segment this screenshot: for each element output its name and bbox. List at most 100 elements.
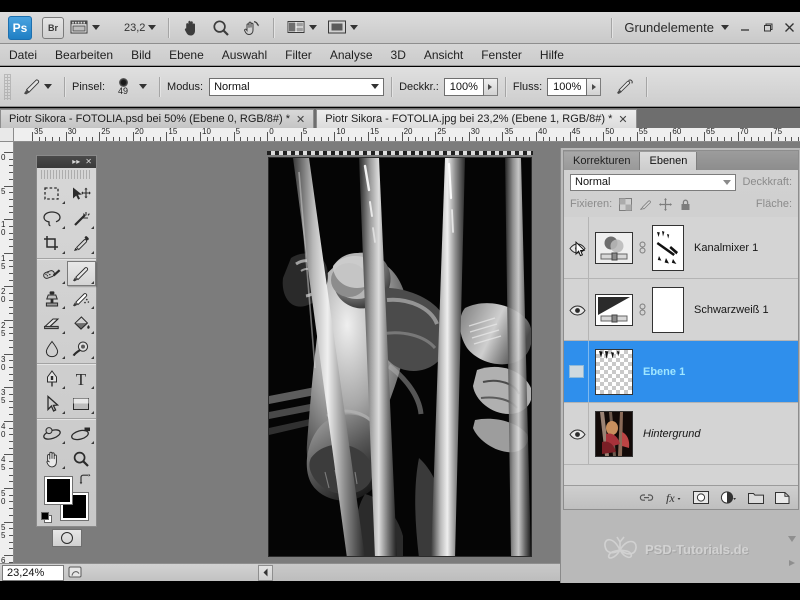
new-layer-icon[interactable] xyxy=(775,491,790,504)
tab-ebenen[interactable]: Ebenen xyxy=(640,152,698,170)
airbrush-toggle[interactable] xyxy=(609,71,639,103)
lock-position-icon[interactable] xyxy=(659,197,673,211)
tools-panel-gripper[interactable] xyxy=(41,170,92,179)
layer-row-ebene-1[interactable]: Ebene 1 xyxy=(564,341,798,403)
new-adjustment-layer-icon[interactable] xyxy=(720,491,737,504)
tab-korrekturen[interactable]: Korrekturen xyxy=(564,152,641,170)
link-mask-icon[interactable] xyxy=(638,241,647,255)
menu-datei[interactable]: Datei xyxy=(0,44,46,66)
pen-tool[interactable] xyxy=(37,366,67,391)
type-tool[interactable]: T xyxy=(67,366,97,391)
layer-visibility-toggle[interactable] xyxy=(564,341,589,402)
active-tool-preset-picker[interactable] xyxy=(16,71,57,103)
close-icon[interactable]: ✕ xyxy=(296,113,305,126)
quick-mask-toggle[interactable] xyxy=(37,525,96,551)
background-layer-thumbnail[interactable] xyxy=(595,410,633,457)
add-layer-mask-icon[interactable] xyxy=(693,491,709,504)
crop-tool[interactable] xyxy=(37,231,67,256)
dock-scroll-arrows[interactable] xyxy=(786,514,798,574)
layer-name[interactable]: Schwarzweiß 1 xyxy=(684,304,769,316)
layer-row-schwarzweiss[interactable]: Schwarzweiß 1 xyxy=(564,279,798,341)
workspace-switcher[interactable]: Grundelemente xyxy=(619,12,734,44)
black-white-adjustment-thumbnail[interactable] xyxy=(595,293,633,326)
vertical-ruler[interactable]: 0 5 10 15 20 25 30 35 40 45 50 55 6 xyxy=(0,142,14,563)
minimize-button[interactable] xyxy=(734,17,756,39)
layer-visibility-toggle[interactable] xyxy=(564,279,589,340)
zoom-percentage-input[interactable]: 23,24% xyxy=(2,564,64,581)
document-tab-psd[interactable]: Piotr Sikora - FOTOLIA.psd bei 50% (Eben… xyxy=(0,109,315,128)
layer-list[interactable]: Kanalmixer 1 Schwarzweiß 1 Ebene 1 Hinte… xyxy=(564,217,798,485)
brush-preset-picker[interactable]: 49 xyxy=(105,71,152,103)
marquee-tool[interactable] xyxy=(37,181,67,206)
layer-name[interactable]: Ebene 1 xyxy=(633,366,685,378)
layer-mask-thumbnail[interactable] xyxy=(652,286,684,333)
menu-filter[interactable]: Filter xyxy=(276,44,321,66)
photoshop-logo-icon[interactable]: Ps xyxy=(8,15,32,40)
menu-bild[interactable]: Bild xyxy=(122,44,160,66)
lasso-tool[interactable] xyxy=(37,206,67,231)
foreground-color-swatch[interactable] xyxy=(45,477,72,504)
view-extras-menu[interactable] xyxy=(64,12,105,44)
menu-auswahl[interactable]: Auswahl xyxy=(213,44,276,66)
menu-fenster[interactable]: Fenster xyxy=(472,44,531,66)
close-button[interactable] xyxy=(778,17,800,39)
dodge-tool[interactable] xyxy=(67,336,97,361)
link-layers-icon[interactable] xyxy=(639,492,654,504)
tools-panel-header[interactable]: ▸▸ ✕ xyxy=(37,156,96,168)
lock-transparency-icon[interactable] xyxy=(619,197,633,211)
document-preview-icon[interactable] xyxy=(64,565,86,581)
opacity-stepper[interactable] xyxy=(483,77,498,96)
brush-tool[interactable] xyxy=(66,261,96,286)
layer-pixel-thumbnail[interactable] xyxy=(595,348,633,395)
document-tab-jpg[interactable]: Piotr Sikora - FOTOLIA.jpg bei 23,2% (Eb… xyxy=(316,109,637,128)
flow-input[interactable]: 100% xyxy=(547,77,588,96)
horizontal-ruler[interactable]: 35 30 25 20 15 10 5 0 5 10 15 20 25 30 35 40 45 50 55 60 65 7… xyxy=(14,128,800,142)
blend-mode-select[interactable]: Normal xyxy=(209,77,385,96)
menu-ansicht[interactable]: Ansicht xyxy=(415,44,472,66)
screen-mode-menu[interactable] xyxy=(322,12,363,44)
lock-all-icon[interactable] xyxy=(679,198,692,211)
hand-tool[interactable] xyxy=(37,446,67,471)
eyedropper-tool[interactable] xyxy=(67,231,97,256)
layer-visibility-toggle[interactable] xyxy=(564,403,589,464)
close-icon[interactable]: ✕ xyxy=(618,113,627,126)
rotate-view-tool-button[interactable] xyxy=(236,12,266,44)
menu-hilfe[interactable]: Hilfe xyxy=(531,44,573,66)
zoom-level-menu[interactable]: 23,2 xyxy=(105,12,161,44)
3d-rotate-tool[interactable] xyxy=(37,421,67,446)
collapse-panel-icon[interactable]: ▸▸ xyxy=(72,158,80,166)
menu-analyse[interactable]: Analyse xyxy=(321,44,382,66)
eraser-tool[interactable] xyxy=(37,311,67,336)
document-image[interactable] xyxy=(268,157,532,557)
magic-wand-tool[interactable] xyxy=(67,206,97,231)
menu-ebene[interactable]: Ebene xyxy=(160,44,213,66)
move-tool[interactable] xyxy=(67,181,97,206)
menu-3d[interactable]: 3D xyxy=(382,44,415,66)
swap-colors-icon[interactable] xyxy=(78,473,91,485)
clone-stamp-tool[interactable] xyxy=(37,286,67,311)
menu-bearbeiten[interactable]: Bearbeiten xyxy=(46,44,122,66)
scroll-left-icon[interactable] xyxy=(258,564,273,581)
lock-image-icon[interactable] xyxy=(639,198,652,211)
layer-name[interactable]: Kanalmixer 1 xyxy=(684,242,758,254)
default-colors-icon[interactable] xyxy=(41,512,52,523)
path-selection-tool[interactable] xyxy=(37,391,67,416)
new-group-icon[interactable] xyxy=(748,492,764,504)
layer-mask-thumbnail[interactable] xyxy=(652,224,684,271)
zoom-tool[interactable] xyxy=(67,446,97,471)
flow-stepper[interactable] xyxy=(587,77,602,96)
link-mask-icon[interactable] xyxy=(638,303,647,317)
layer-name[interactable]: Hintergrund xyxy=(633,428,700,440)
layer-blend-mode-select[interactable]: Normal xyxy=(570,173,737,191)
history-brush-tool[interactable] xyxy=(67,286,97,311)
options-bar-gripper[interactable] xyxy=(4,73,11,100)
close-icon[interactable]: ✕ xyxy=(85,158,92,166)
healing-brush-tool[interactable] xyxy=(37,261,67,286)
zoom-tool-button[interactable] xyxy=(206,12,236,44)
ruler-origin[interactable] xyxy=(0,128,14,142)
bridge-launch-icon[interactable]: Br xyxy=(42,16,64,39)
blur-tool[interactable] xyxy=(37,336,67,361)
arrange-documents-menu[interactable] xyxy=(281,12,322,44)
horizontal-scrollbar[interactable] xyxy=(258,563,560,581)
shape-tool[interactable] xyxy=(67,391,97,416)
